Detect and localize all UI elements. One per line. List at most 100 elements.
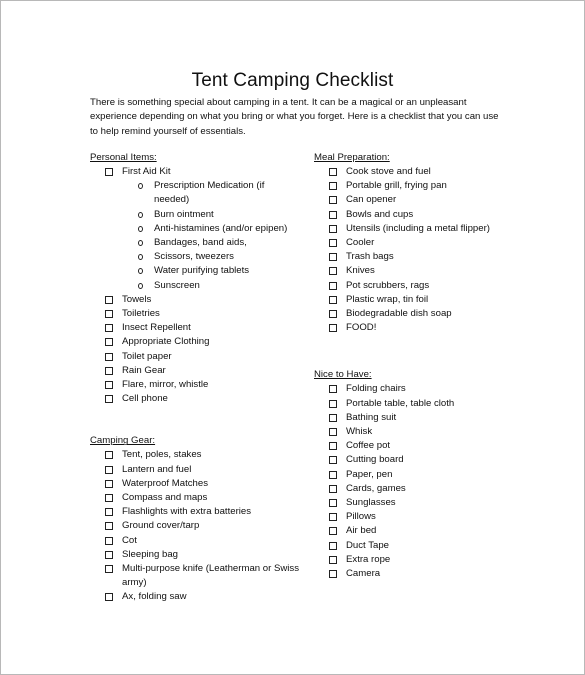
checklist-item[interactable]: Lantern and fuel (90, 463, 300, 477)
checklist-item[interactable]: Utensils (including a metal flipper) (314, 222, 514, 236)
checklist-item[interactable]: Knives (314, 264, 514, 278)
checklist-item[interactable]: Ground cover/tarp (90, 519, 300, 533)
circle-bullet-icon (138, 268, 143, 275)
checkbox-icon[interactable] (329, 555, 337, 564)
checkbox-icon[interactable] (105, 479, 113, 488)
checklist-item[interactable]: Tent, poles, stakes (90, 448, 300, 462)
checkbox-icon[interactable] (329, 253, 337, 262)
checklist-item[interactable]: Sleeping bag (90, 548, 300, 562)
checklist-item[interactable]: Cell phone (90, 392, 300, 406)
checklist-item[interactable]: Cards, games (314, 482, 514, 496)
checkbox-icon[interactable] (329, 295, 337, 304)
checklist-item[interactable]: Ax, folding saw (90, 590, 300, 604)
checklist-item-first-aid-kit[interactable]: First Aid Kit (90, 165, 300, 179)
checkbox-icon[interactable] (105, 550, 113, 559)
checklist-item[interactable]: Folding chairs (314, 382, 514, 396)
checklist-item[interactable]: Whisk (314, 425, 514, 439)
checklist-item[interactable]: Paper, pen (314, 468, 514, 482)
checkbox-icon[interactable] (329, 413, 337, 422)
checkbox-icon[interactable] (329, 182, 337, 191)
checklist-item[interactable]: Toilet paper (90, 350, 300, 364)
section-nice-to-have: Nice to Have: Folding chairs Portable tab… (314, 368, 514, 581)
sub-item-label: Bandages, band aids, (154, 237, 247, 249)
checkbox-icon[interactable] (329, 442, 337, 451)
checklist-item[interactable]: Camera (314, 567, 514, 581)
checkbox-icon[interactable] (329, 267, 337, 276)
checklist-item[interactable]: Toiletries (90, 307, 300, 321)
checkbox-icon[interactable] (329, 470, 337, 479)
checklist-item[interactable]: Can opener (314, 193, 514, 207)
checkbox-icon[interactable] (329, 541, 337, 550)
checkbox-icon[interactable] (105, 310, 113, 319)
checklist-item[interactable]: Trash bags (314, 250, 514, 264)
checklist-item[interactable]: Pillows (314, 510, 514, 524)
checkbox-icon[interactable] (329, 428, 337, 437)
checklist-item[interactable]: Towels (90, 293, 300, 307)
intro-paragraph: There is something special about camping… (90, 97, 499, 137)
checklist-item[interactable]: Pot scrubbers, rags (314, 279, 514, 293)
checkbox-icon[interactable] (329, 513, 337, 522)
checkbox-icon[interactable] (105, 494, 113, 503)
checklist-item[interactable]: FOOD! (314, 321, 514, 335)
checklist-item[interactable]: Biodegradable dish soap (314, 307, 514, 321)
checkbox-icon[interactable] (105, 395, 113, 404)
checklist-item[interactable]: Compass and maps (90, 491, 300, 505)
checkbox-icon[interactable] (329, 210, 337, 219)
checklist-item[interactable]: Flare, mirror, whistle (90, 378, 300, 392)
checklist-item[interactable]: Extra rope (314, 553, 514, 567)
checkbox-icon[interactable] (329, 385, 337, 394)
checklist-item[interactable]: Rain Gear (90, 364, 300, 378)
checkbox-icon[interactable] (329, 239, 337, 248)
checkbox-icon[interactable] (105, 295, 113, 304)
checkbox-icon[interactable] (329, 456, 337, 465)
checkbox-icon[interactable] (329, 168, 337, 176)
checkbox-icon[interactable] (105, 522, 113, 531)
checkbox-icon[interactable] (329, 281, 337, 290)
sub-item: Prescription Medication (if needed) (90, 179, 300, 207)
checkbox-icon[interactable] (329, 399, 337, 408)
checkbox-icon[interactable] (105, 465, 113, 474)
checklist-item[interactable]: Portable table, table cloth (314, 397, 514, 411)
checkbox-icon[interactable] (105, 381, 113, 390)
checklist-item[interactable]: Air bed (314, 524, 514, 538)
checkbox-icon[interactable] (329, 324, 337, 333)
checkbox-icon[interactable] (105, 536, 113, 545)
checkbox-icon[interactable] (105, 352, 113, 361)
checkbox-icon[interactable] (329, 224, 337, 233)
checklist-item[interactable]: Cutting board (314, 453, 514, 467)
checklist-item[interactable]: Multi-purpose knife (Leatherman or Swiss… (90, 562, 300, 590)
checklist-item[interactable]: Waterproof Matches (90, 477, 300, 491)
checkbox-icon[interactable] (105, 565, 113, 574)
checkbox-icon[interactable] (329, 570, 337, 579)
checkbox-icon[interactable] (105, 366, 113, 375)
checkbox-icon[interactable] (105, 508, 113, 517)
checkbox-icon[interactable] (105, 168, 113, 176)
item-label: Can opener (346, 194, 397, 206)
checkbox-icon[interactable] (105, 593, 113, 602)
checklist-item[interactable]: Plastic wrap, tin foil (314, 293, 514, 307)
checklist-item[interactable]: Bowls and cups (314, 208, 514, 222)
checklist-item[interactable]: Duct Tape (314, 539, 514, 553)
checkbox-icon[interactable] (105, 338, 113, 347)
checklist-item[interactable]: Cooler (314, 236, 514, 250)
item-label: Flashlights with extra batteries (122, 506, 252, 518)
checkbox-icon[interactable] (329, 527, 337, 536)
sub-item: Burn ointment (90, 208, 300, 222)
checkbox-icon[interactable] (329, 484, 337, 493)
checkbox-icon[interactable] (105, 451, 113, 460)
checklist-item[interactable]: Appropriate Clothing (90, 335, 300, 349)
checklist-item[interactable]: Cook stove and fuel (314, 165, 514, 179)
checkbox-icon[interactable] (329, 196, 337, 205)
checkbox-icon[interactable] (105, 324, 113, 333)
checklist-item[interactable]: Coffee pot (314, 439, 514, 453)
item-label: Tent, poles, stakes (122, 449, 202, 461)
checklist-item[interactable]: Bathing suit (314, 411, 514, 425)
checklist-item[interactable]: Cot (90, 534, 300, 548)
item-label: Multi-purpose knife (Leatherman or Swiss… (122, 563, 300, 589)
checklist-item[interactable]: Flashlights with extra batteries (90, 505, 300, 519)
checkbox-icon[interactable] (329, 499, 337, 508)
checklist-item[interactable]: Sunglasses (314, 496, 514, 510)
checkbox-icon[interactable] (329, 310, 337, 319)
checklist-item[interactable]: Insect Repellent (90, 321, 300, 335)
checklist-item[interactable]: Portable grill, frying pan (314, 179, 514, 193)
